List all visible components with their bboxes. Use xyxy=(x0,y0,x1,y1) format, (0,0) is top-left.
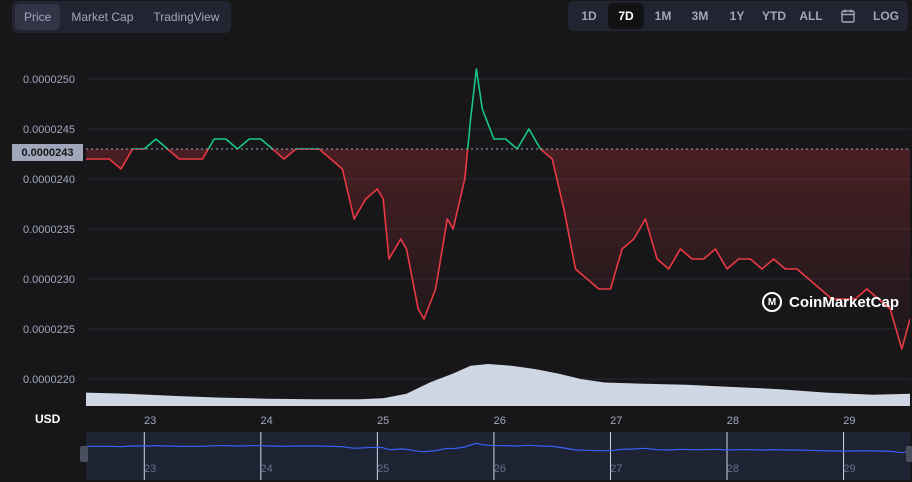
x-tick-label: 25 xyxy=(377,415,389,427)
coinmarketcap-watermark: M CoinMarketCap xyxy=(762,292,899,312)
navigator-tick-label: 29 xyxy=(843,463,855,475)
x-tick-label: 28 xyxy=(727,415,739,427)
coinmarketcap-logo-icon: M xyxy=(762,292,782,312)
x-tick-label: 29 xyxy=(843,415,855,427)
range-navigator[interactable]: 23 24 25 26 27 28 29 xyxy=(80,432,912,480)
navigator-tick-label: 26 xyxy=(494,463,506,475)
navigator-tick-label: 27 xyxy=(610,463,622,475)
y-tick-label: 0.0000250 xyxy=(23,74,75,86)
x-tick-label: 24 xyxy=(261,415,273,427)
navigator-tick-label: 25 xyxy=(377,463,389,475)
x-tick-label: 26 xyxy=(494,415,506,427)
navigator-tick-label: 28 xyxy=(727,463,739,475)
x-tick-label: 23 xyxy=(144,415,156,427)
currency-label: USD xyxy=(35,412,61,426)
volume-area xyxy=(86,364,910,406)
watermark-text: CoinMarketCap xyxy=(789,293,900,311)
y-tick-label: 0.0000240 xyxy=(23,174,75,186)
y-tick-label: 0.0000220 xyxy=(23,374,75,386)
y-tick-label: 0.0000245 xyxy=(23,124,75,136)
navigator-left-handle[interactable] xyxy=(80,446,88,462)
y-tick-label: 0.0000230 xyxy=(23,274,75,286)
navigator-right-handle[interactable] xyxy=(906,446,912,462)
navigator-tick-label: 24 xyxy=(261,463,273,475)
price-chart[interactable]: 0.0000250 0.0000245 0.0000240 0.0000235 0.00… xyxy=(0,0,912,482)
current-price-label: 0.0000243 xyxy=(12,144,83,161)
y-tick-label: 0.0000235 xyxy=(23,224,75,236)
y-tick-label: 0.0000225 xyxy=(23,324,75,336)
x-tick-label: 27 xyxy=(610,415,622,427)
navigator-tick-label: 23 xyxy=(144,463,156,475)
